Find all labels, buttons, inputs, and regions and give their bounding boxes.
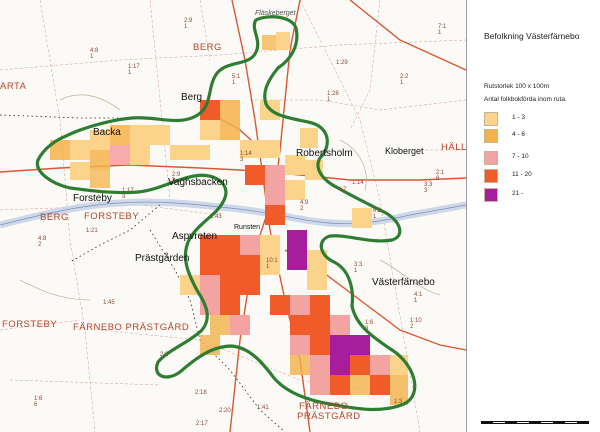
- property-label: 3:3 3: [424, 182, 433, 194]
- scale-segment: [517, 421, 529, 424]
- place-label-backa: Backa: [93, 127, 121, 138]
- place-label-prastgarden: Prästgården: [135, 253, 190, 264]
- legend-swatch: [484, 188, 498, 202]
- property-label: 2:20: [219, 408, 231, 414]
- area-label-arta: ARTA: [0, 81, 27, 92]
- property-label: 4:1 1: [414, 292, 423, 304]
- property-label: 4:7: [338, 187, 347, 193]
- area-label-halle: HÄLL: [441, 142, 467, 153]
- property-label: 1:6 3: [365, 320, 374, 332]
- map-figure: Fläskeberget BERG Berg Backa Robertsholm…: [0, 0, 600, 432]
- population-grid-map: Fläskeberget BERG Berg Backa Robertsholm…: [0, 0, 467, 432]
- property-label: 1:41: [257, 405, 269, 411]
- legend-title: Befolkning Västerfärnebo: [484, 31, 580, 41]
- property-label: 1:29: [336, 60, 348, 66]
- property-label: 1:21: [86, 228, 98, 234]
- legend-label: 1 - 3: [512, 114, 526, 121]
- property-label: 1:14 3: [240, 151, 252, 163]
- property-label: 1:17 1: [128, 64, 140, 76]
- area-label-farnebo-prastgard: FÄRNEBO PRÄSTGÅRD: [73, 322, 190, 333]
- place-label-runsten: Runsten: [234, 224, 261, 231]
- property-label: 7:1 1: [438, 24, 447, 36]
- area-label-forsteby: FORSTEBY: [84, 211, 140, 222]
- legend-label: 4 - 6: [512, 131, 526, 138]
- property-label: 2:9 1: [184, 18, 193, 30]
- area-label-berg-north: BERG: [193, 42, 222, 53]
- legend-count-note: Antal folkbokförda inom ruta.: [484, 96, 567, 103]
- legend-item-21-plus: 21 -: [484, 188, 594, 202]
- property-label: 10:1 1: [266, 258, 278, 270]
- scale-segment: [565, 421, 577, 424]
- legend-swatch: [484, 151, 498, 165]
- property-label: 4:9 2: [300, 200, 309, 212]
- scale-segment: [529, 421, 541, 424]
- place-label-robertsholm: Robertsholm: [296, 148, 353, 159]
- scale-segment: [481, 421, 493, 424]
- scale-segment: [553, 421, 565, 424]
- place-label-flaskeberget: Fläskeberget: [255, 10, 296, 17]
- area-label-berg-west: BERG: [40, 212, 69, 223]
- property-label: 2:2: [160, 352, 169, 358]
- legend-item-11-20: 11 - 20: [484, 169, 594, 183]
- place-label-vasterfarnebo: Västerfärnebo: [372, 277, 435, 288]
- property-label: 2:1 6: [436, 170, 445, 182]
- property-label: 5:1 1: [232, 74, 241, 86]
- place-label-forsteby: Forsteby: [73, 193, 112, 204]
- property-label: 2:9 3: [172, 172, 181, 184]
- property-label: 1:14: [352, 180, 364, 186]
- scale-bar: [481, 415, 591, 425]
- property-label: 2:18: [195, 390, 207, 396]
- property-label: 1:3: [394, 399, 403, 405]
- legend-label: 21 -: [512, 190, 524, 197]
- property-label: 4:8 2: [38, 236, 47, 248]
- legend-item-4-6: 4 - 6: [484, 129, 594, 143]
- legend-swatch: [484, 129, 498, 143]
- property-label: 2:17: [196, 421, 208, 427]
- scale-segment: [577, 421, 589, 424]
- property-label: 6:2 1: [373, 208, 382, 220]
- property-label: 2:2 1: [400, 74, 409, 86]
- property-label: 4:8 1: [90, 48, 99, 60]
- property-label: 1:28 1: [327, 91, 339, 103]
- property-label: 1:45: [103, 300, 115, 306]
- area-label-forsteby-sw: FORSTEBY: [2, 319, 58, 330]
- property-label: 1:6 6: [34, 396, 43, 408]
- property-label: 1:17 3: [122, 188, 134, 200]
- place-label-kloberget: Kloberget: [385, 146, 424, 156]
- area-label-prastgard: PRÄSTGÅRD: [297, 411, 361, 422]
- legend-label: 7 - 10: [512, 153, 529, 160]
- base-map: [0, 0, 466, 432]
- property-label: 1:43: [210, 214, 222, 220]
- scale-segment: [541, 421, 553, 424]
- legend-swatch: [484, 169, 498, 183]
- legend-grid-note: Rutstorlek 100 x 100m: [484, 83, 550, 90]
- place-label-berg: Berg: [181, 92, 203, 103]
- legend-panel: Befolkning Västerfärnebo Rutstorlek 100 …: [467, 0, 600, 432]
- place-label-aspvreten: Aspvreten: [172, 231, 218, 242]
- scale-segment: [493, 421, 505, 424]
- legend-swatch: [484, 112, 498, 126]
- legend-item-7-10: 7 - 10: [484, 151, 594, 165]
- scale-segment: [505, 421, 517, 424]
- legend-label: 11 - 20: [512, 171, 532, 178]
- legend-item-1-3: 1 - 3: [484, 112, 594, 126]
- property-label: 3:3 1: [354, 262, 363, 274]
- property-label: 1:10 2: [410, 318, 422, 330]
